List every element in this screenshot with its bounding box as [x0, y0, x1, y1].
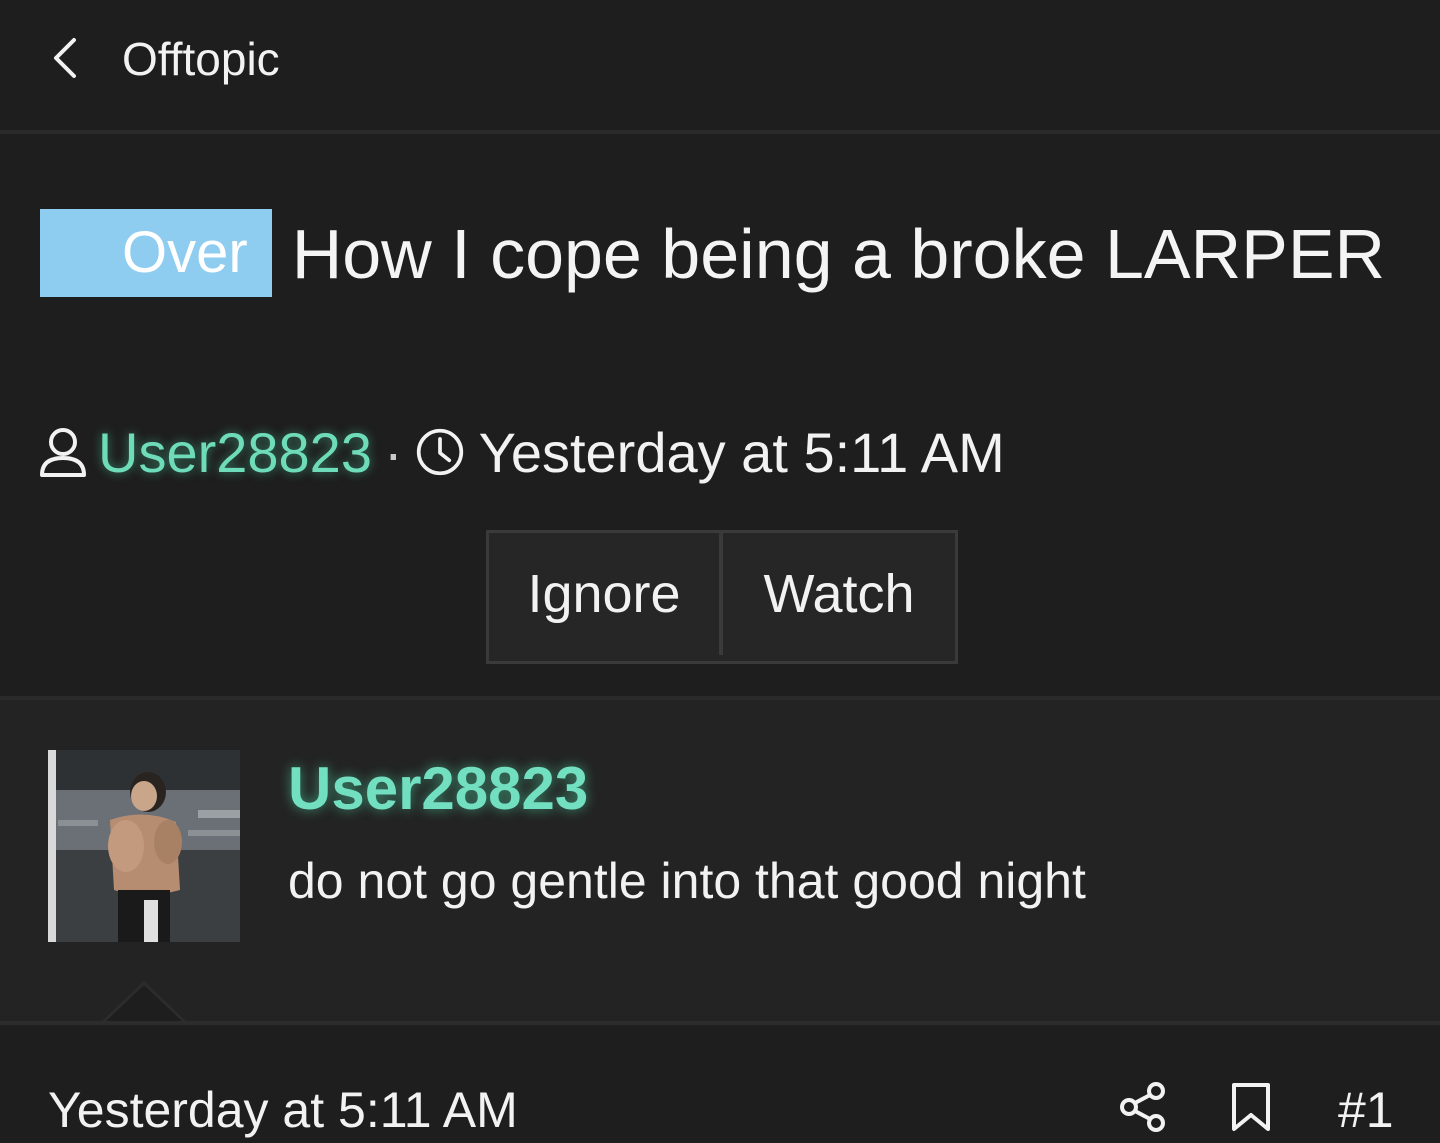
- watch-button[interactable]: Watch: [723, 533, 955, 655]
- thread-header: Over How I cope being a broke LARPER User…: [0, 134, 1440, 700]
- ignore-button[interactable]: Ignore: [489, 533, 723, 655]
- post-number-link[interactable]: #1: [1338, 1081, 1394, 1139]
- meta-separator: ·: [383, 420, 403, 484]
- thread-author-link[interactable]: User28823: [98, 420, 372, 485]
- thread-prefix-badge[interactable]: Over: [40, 209, 272, 297]
- thread-meta: User28823 · Yesterday at 5:11 AM: [38, 420, 1005, 484]
- post-pointer-inner: [103, 985, 185, 1024]
- post-time[interactable]: Yesterday at 5:11 AM: [48, 1081, 518, 1139]
- user-icon: [40, 428, 86, 477]
- avatar[interactable]: [48, 750, 240, 942]
- post-body: do not go gentle into that good night: [288, 853, 1086, 909]
- clock-icon: [416, 428, 463, 476]
- thread-action-group: Ignore Watch: [486, 530, 958, 664]
- thread-time[interactable]: Yesterday at 5:11 AM: [479, 420, 1005, 485]
- post-author-link[interactable]: User28823: [288, 754, 588, 823]
- thread-title: Over How I cope being a broke LARPER: [40, 204, 1400, 304]
- thread-title-text: How I cope being a broke LARPER: [291, 215, 1386, 293]
- share-icon[interactable]: [1118, 1081, 1168, 1133]
- top-bar: Offtopic: [0, 0, 1440, 134]
- post-footer: Yesterday at 5:11 AM #1: [0, 1021, 1440, 1143]
- bookmark-icon[interactable]: [1230, 1081, 1272, 1133]
- post: User28823 do not go gentle into that goo…: [0, 700, 1440, 1024]
- chevron-left-icon[interactable]: [48, 36, 84, 80]
- avatar-image: [48, 750, 240, 942]
- forum-title[interactable]: Offtopic: [122, 32, 280, 86]
